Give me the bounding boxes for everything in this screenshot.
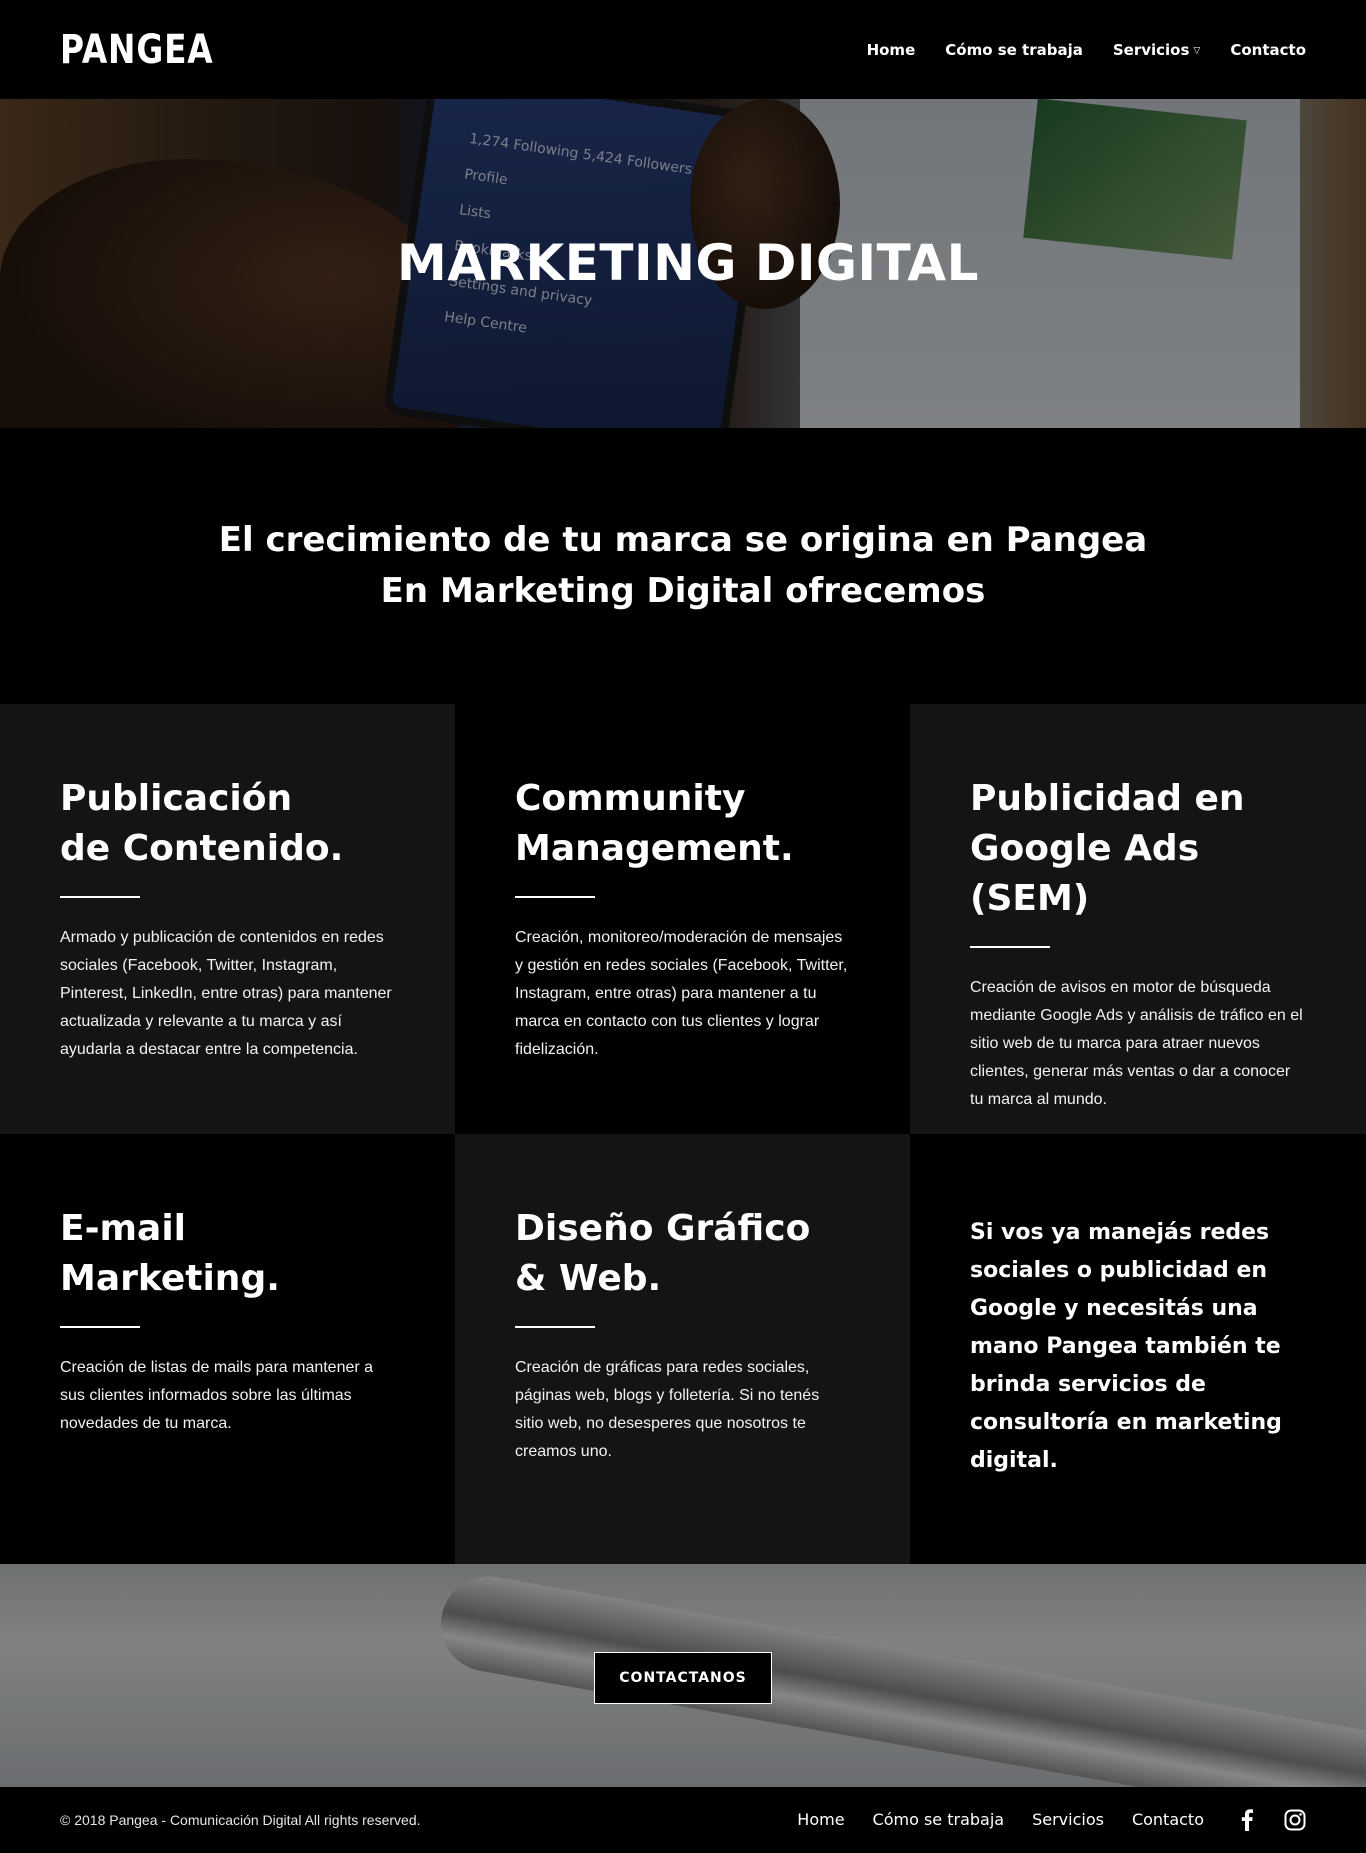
nav-servicios[interactable]: Servicios ▽ (1113, 41, 1200, 59)
chevron-down-icon: ▽ (1193, 45, 1201, 56)
divider (515, 1326, 595, 1328)
footer-nav-contacto[interactable]: Contacto (1132, 1810, 1204, 1829)
cta-wrapper: CONTACTANOS (0, 1652, 1366, 1704)
nav-servicios-label: Servicios (1112, 40, 1190, 59)
intro-line-1: El crecimiento de tu marca se origina en… (218, 520, 1148, 560)
consulting-text: Si vos ya manejás redes sociales o publi… (970, 1220, 1282, 1473)
service-title-line: Google Ads (SEM) (970, 828, 1200, 919)
service-title-line: & Web. (515, 1258, 662, 1299)
service-description: Creación de gráficas para redes sociales… (515, 1359, 820, 1460)
divider (60, 1326, 140, 1328)
service-title-line: Publicación (60, 778, 293, 819)
services-grid: Publicación de Contenido. Armado y publi… (0, 704, 1366, 1564)
contactanos-button[interactable]: CONTACTANOS (594, 1652, 772, 1704)
service-card: E-mail Marketing. Creación de listas de … (0, 1134, 455, 1564)
intro-line-2: En Marketing Digital ofrecemos (380, 571, 986, 611)
service-title-line: Marketing. (60, 1258, 280, 1299)
service-description: Armado y publicación de contenidos en re… (60, 929, 392, 1058)
footer-nav-como-se-trabaja[interactable]: Cómo se trabaja (873, 1810, 1005, 1829)
service-description: Creación de avisos en motor de búsqueda … (970, 979, 1303, 1108)
service-title: E-mail Marketing. (60, 1204, 395, 1304)
footer-nav-servicios[interactable]: Servicios (1032, 1810, 1104, 1829)
service-title: Publicidad en Google Ads (SEM) (970, 774, 1306, 924)
hero-hand-image (0, 159, 470, 428)
service-card: Community Management. Creación, monitore… (455, 704, 910, 1134)
site-footer: © 2018 Pangea - Comunicación Digital All… (0, 1787, 1366, 1852)
divider (60, 896, 140, 898)
page-title: MARKETING DIGITAL (397, 234, 979, 292)
social-links (1236, 1808, 1306, 1831)
nav-home[interactable]: Home (867, 41, 916, 59)
nav-contacto[interactable]: Contacto (1230, 41, 1306, 59)
service-title-line: E-mail (60, 1208, 187, 1249)
service-card: Publicación de Contenido. Armado y publi… (0, 704, 455, 1134)
contact-band: CONTACTANOS (0, 1564, 1366, 1787)
footer-nav-home[interactable]: Home (797, 1810, 844, 1829)
site-header: PANGEA Home Cómo se trabaja Servicios ▽ … (0, 0, 1366, 99)
copyright: © 2018 Pangea - Comunicación Digital All… (60, 1811, 421, 1828)
intro-section: El crecimiento de tu marca se origina en… (0, 428, 1366, 704)
service-title: Publicación de Contenido. (60, 774, 395, 874)
service-card: Diseño Gráfico & Web. Creación de gráfic… (455, 1134, 910, 1564)
divider (515, 896, 595, 898)
hero-banner: 1,274 Following 5,424 Followers Profile … (0, 99, 1366, 428)
service-title-line: Management. (515, 828, 794, 869)
service-title: Diseño Gráfico & Web. (515, 1204, 850, 1304)
main-nav: Home Cómo se trabaja Servicios ▽ Contact… (867, 41, 1306, 59)
service-title-line: Diseño Gráfico (515, 1208, 811, 1249)
service-title-line: de Contenido. (60, 828, 344, 869)
phone-menu-item: 1,274 Following 5,424 Followers (468, 130, 693, 178)
facebook-icon[interactable] (1236, 1808, 1258, 1831)
logo[interactable]: PANGEA (60, 27, 214, 73)
service-description: Creación de listas de mails para mantene… (60, 1359, 374, 1432)
consulting-card: Si vos ya manejás redes sociales o publi… (910, 1134, 1366, 1564)
nav-como-se-trabaja[interactable]: Cómo se trabaja (945, 41, 1083, 59)
service-title-line: Community (515, 778, 746, 819)
phone-menu-item: Help Centre (443, 309, 528, 337)
instagram-icon[interactable] (1284, 1809, 1306, 1831)
phone-menu-item: Profile (463, 166, 509, 189)
service-description: Creación, monitoreo/moderación de mensaj… (515, 929, 848, 1058)
service-title-line: Publicidad en (970, 778, 1245, 819)
footer-nav: Home Cómo se trabaja Servicios Contacto (797, 1808, 1306, 1831)
service-card: Publicidad en Google Ads (SEM) Creación … (910, 704, 1366, 1134)
service-title: Community Management. (515, 774, 850, 874)
divider (970, 946, 1050, 948)
